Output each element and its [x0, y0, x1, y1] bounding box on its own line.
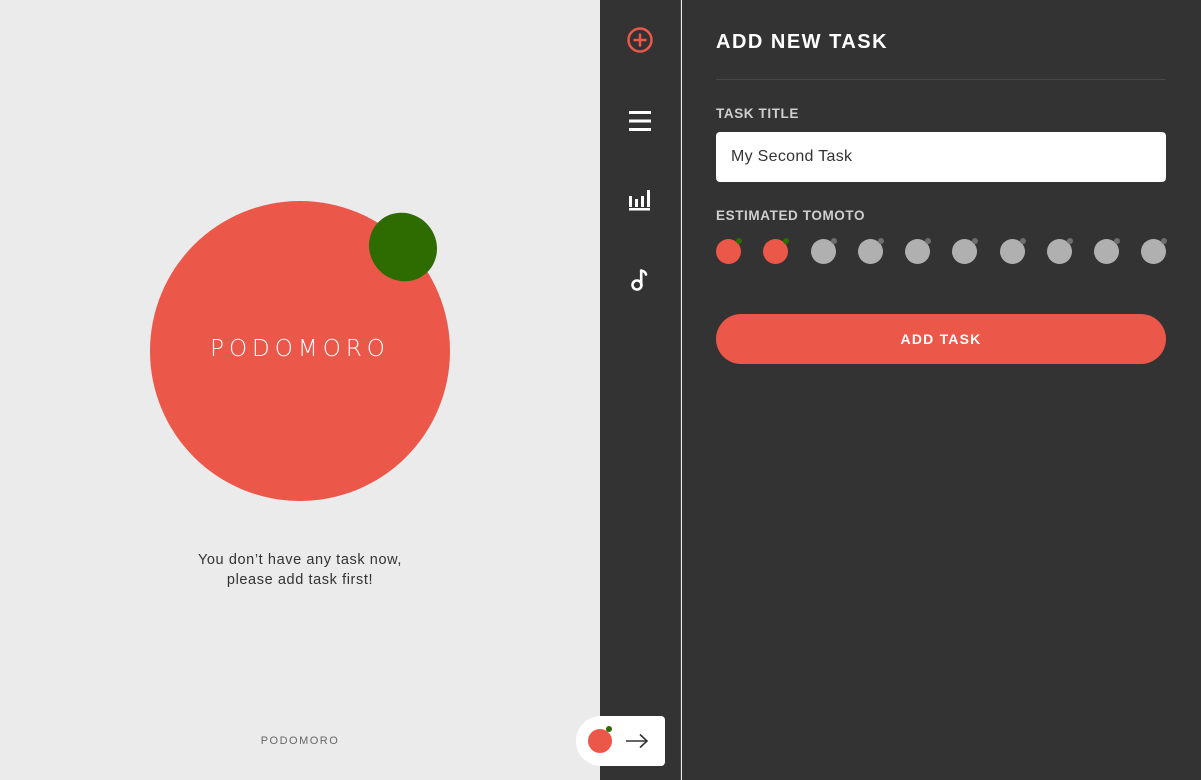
estimate-tomato-5[interactable]: [905, 238, 931, 264]
tomato-leaf-dot: [1066, 238, 1073, 244]
tomato-icon: [588, 726, 612, 753]
estimate-tomato-3[interactable]: [810, 238, 837, 264]
estimate-tomato-7[interactable]: [999, 238, 1026, 264]
estimate-tomato-8[interactable]: [1046, 238, 1073, 264]
panel-title: ADD NEW TASK: [716, 31, 889, 53]
nav-ringtone-button[interactable]: [620, 260, 660, 300]
timer-title: PODOMORO: [210, 336, 390, 362]
add-task-button[interactable]: ADD TASK: [716, 314, 1166, 364]
estimate-tomato-10[interactable]: [1141, 238, 1168, 264]
footer-brand: PODOMORO: [260, 735, 340, 747]
estimate-tomato-4[interactable]: [857, 238, 884, 264]
panel-divider: [716, 79, 1166, 80]
menu-icon: [629, 111, 651, 131]
estimate-label: ESTIMATED TOMOTO: [716, 208, 866, 223]
tomato-leaf-dot: [1114, 238, 1120, 244]
nav-add-task-button[interactable]: [620, 20, 660, 60]
nav-task-list-button[interactable]: [620, 101, 660, 141]
tomato-leaf-dot: [1161, 238, 1168, 244]
tomato-leaf-dot: [877, 238, 884, 244]
tomato-leaf-dot: [1019, 238, 1026, 244]
bar-chart-icon: [629, 190, 650, 211]
tomato-leaf-dot: [783, 238, 790, 244]
estimate-tomato-9[interactable]: [1094, 238, 1120, 264]
tomato-leaf-dot: [972, 238, 979, 244]
tomato-leaf-dot: [925, 238, 931, 244]
timer-pane: PODOMORO You don’t have any task now, pl…: [0, 0, 600, 780]
empty-message-line-1: You don’t have any task now,: [197, 552, 403, 568]
nav-analytics-button[interactable]: [620, 180, 660, 220]
arrow-right-icon: [626, 733, 649, 749]
task-title-label: TASK TITLE: [716, 106, 799, 121]
tomato-leaf-dot: [736, 238, 742, 244]
estimate-tomato-1[interactable]: [716, 238, 742, 264]
estimate-tomato-2[interactable]: [763, 238, 790, 264]
side-nav: [600, 0, 681, 780]
toggle-panel-button[interactable]: [576, 716, 665, 766]
empty-task-message: You don’t have any task now, please add …: [150, 550, 450, 590]
plus-circle-icon: [627, 27, 653, 53]
tomato-leaf-icon: [606, 726, 612, 732]
estimate-tomato-selector: [716, 238, 1168, 265]
estimate-tomato-6[interactable]: [952, 238, 979, 264]
tomato-leaf-dot: [830, 238, 837, 244]
empty-message-line-2: please add task first!: [226, 572, 374, 588]
add-task-panel: ADD NEW TASK TASK TITLE ESTIMATED TOMOTO…: [682, 0, 1201, 780]
task-title-input[interactable]: [716, 132, 1166, 182]
music-note-icon: [631, 269, 648, 291]
